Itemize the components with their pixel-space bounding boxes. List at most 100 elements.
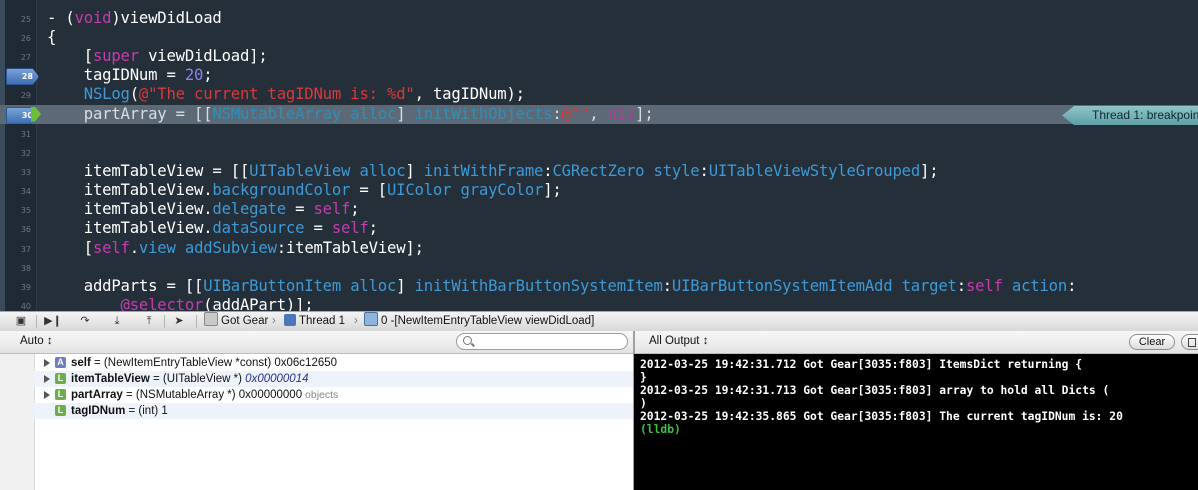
- code-token: alloc: [350, 276, 397, 295]
- variable-name: tagIDNum: [71, 405, 126, 417]
- code-text: @selector(addAPart)];: [47, 296, 314, 311]
- code-token: =: [285, 200, 314, 219]
- code-token: action: [1011, 276, 1068, 295]
- variables-search-input[interactable]: [456, 333, 628, 350]
- variables-gutter: [0, 354, 35, 490]
- code-line[interactable]: 32: [0, 143, 1198, 162]
- code-token: [: [47, 238, 93, 257]
- breadcrumb-thread[interactable]: Thread 1: [284, 312, 345, 331]
- code-token: ];: [635, 104, 654, 123]
- variable-value: = (int) 1: [125, 405, 168, 417]
- code-token: partArray = [[: [47, 104, 213, 123]
- disclosure-triangle-icon[interactable]: [44, 359, 50, 367]
- step-into-icon[interactable]: ⤓: [108, 314, 126, 329]
- variable-row[interactable]: Aself = (NewItemEntryTableView *const) 0…: [34, 355, 633, 371]
- clear-button[interactable]: Clear: [1129, 334, 1175, 350]
- code-token: UITableViewStyleGrouped: [708, 162, 921, 181]
- continue-icon[interactable]: ▶❙: [44, 314, 62, 329]
- code-token: initWithFrame: [423, 162, 544, 181]
- code-token: self: [313, 200, 351, 219]
- disclosure-triangle-icon[interactable]: [44, 375, 50, 383]
- code-token: alloc: [359, 162, 406, 181]
- divider: [36, 315, 37, 328]
- variable-row[interactable]: LpartArray = (NSMutableArray *) 0x000000…: [34, 387, 633, 403]
- code-token: UIColor: [386, 181, 452, 200]
- code-token: initWithObjects: [414, 104, 553, 123]
- breadcrumb-app[interactable]: Got Gear: [204, 312, 268, 331]
- code-line[interactable]: 39 addParts = [[UIBarButtonItem alloc] i…: [0, 277, 1198, 296]
- console-line: ): [640, 397, 647, 410]
- search-icon: [463, 336, 472, 345]
- code-token: alloc: [350, 104, 397, 123]
- current-code-line[interactable]: 30 partArray = [[NSMutableArray alloc] i…: [0, 104, 1198, 124]
- split-view-icon[interactable]: [1181, 334, 1198, 350]
- line-number: 32: [20, 149, 31, 158]
- step-over-icon[interactable]: ↷: [76, 314, 94, 329]
- step-out-icon[interactable]: ⤒: [140, 314, 158, 329]
- code-token: addParts = [[: [47, 276, 204, 295]
- code-line[interactable]: 38: [0, 258, 1198, 277]
- argument-icon: A: [55, 357, 66, 368]
- code-text: NSLog(@"The current tagIDNum is: %d", ta…: [47, 85, 525, 104]
- disclosure-triangle-icon[interactable]: [44, 391, 50, 399]
- program-counter-icon[interactable]: [31, 106, 41, 122]
- variables-scope-select[interactable]: Auto ↕: [20, 335, 53, 347]
- code-line[interactable]: 25 - (void)viewDidLoad: [0, 9, 1198, 28]
- line-number: 29: [20, 91, 31, 101]
- code-text: itemTableView.delegate = self;: [47, 200, 360, 219]
- code-line[interactable]: 40 @selector(addAPart)];: [0, 296, 1198, 311]
- thread-breakpoint-flag[interactable]: Thread 1: breakpoint: [1062, 106, 1198, 125]
- code-line[interactable]: 27 [super viewDidLoad];: [0, 47, 1198, 66]
- code-token: ]: [396, 276, 415, 295]
- variable-row[interactable]: LitemTableView = (UITableView *) 0x00000…: [34, 371, 633, 387]
- hide-debug-area-icon[interactable]: ▣: [12, 314, 30, 329]
- line-number: 25: [20, 15, 31, 24]
- code-line[interactable]: 33 itemTableView = [[UITableView alloc] …: [0, 162, 1198, 181]
- code-line[interactable]: 36 itemTableView.dataSource = self;: [0, 219, 1198, 238]
- code-line[interactable]: 26 {: [0, 28, 1198, 47]
- code-line[interactable]: 37 [self.view addSubview:itemTableView];: [0, 239, 1198, 258]
- code-text: tagIDNum = 20;: [47, 66, 213, 85]
- breadcrumb-app-label: Got Gear: [221, 315, 269, 327]
- line-number: 30: [21, 110, 33, 120]
- source-editor[interactable]: 25- (void)viewDidLoad 26{27 [super viewDi…: [0, 0, 1198, 311]
- location-icon[interactable]: ➤: [170, 314, 188, 329]
- code-token: viewDidLoad];: [138, 47, 268, 66]
- code-token: backgroundColor: [212, 181, 351, 200]
- code-token: UIBarButtonItem: [203, 276, 342, 295]
- code-line[interactable]: 29 NSLog(@"The current tagIDNum is: %d",…: [0, 85, 1198, 104]
- code-token: )viewDidLoad: [111, 9, 222, 27]
- output-filter-select[interactable]: All Output ↕: [649, 335, 708, 347]
- code-token: .: [129, 238, 139, 257]
- line-number: 26: [20, 34, 31, 44]
- code-token: self: [965, 276, 1003, 295]
- code-token: ];: [543, 181, 562, 200]
- line-number: 37: [20, 244, 31, 254]
- variable-value: = (NewItemEntryTableView *const) 0x06c12…: [90, 357, 338, 369]
- code-token: ]: [396, 104, 415, 123]
- variable-row[interactable]: LtagIDNum = (int) 1: [34, 403, 633, 419]
- code-line[interactable]: 34 itemTableView.backgroundColor = [UICo…: [0, 181, 1198, 200]
- console-view[interactable]: All Output ↕ Clear 2012-03-25 19:42:31.7…: [634, 331, 1198, 490]
- code-token: delegate: [212, 200, 286, 219]
- code-text: itemTableView.dataSource = self;: [47, 219, 378, 238]
- chevron-right-icon: ›: [354, 315, 358, 327]
- code-token: ;: [203, 66, 213, 85]
- breadcrumb-frame[interactable]: 0 -[NewItemEntryTableView viewDidLoad]: [364, 312, 594, 331]
- code-token: super: [92, 47, 139, 66]
- code-line[interactable]: 31: [0, 124, 1198, 143]
- code-text: partArray = [[NSMutableArray alloc] init…: [47, 105, 654, 124]
- chevron-right-icon: ›: [272, 315, 276, 327]
- code-line[interactable]: 28 tagIDNum = 20;: [0, 66, 1198, 86]
- code-token: ,: [589, 104, 608, 123]
- code-token: :: [956, 276, 966, 295]
- variable-text: tagIDNum = (int) 1: [71, 403, 168, 419]
- code-token: :: [1067, 276, 1077, 295]
- breakpoint-marker[interactable]: 28: [6, 68, 39, 86]
- variable-value: = (NSMutableArray *) 0x00000000: [122, 389, 303, 401]
- variable-name: partArray: [71, 389, 123, 401]
- code-line[interactable]: 35 itemTableView.delegate = self;: [0, 200, 1198, 219]
- code-token: =: [304, 219, 332, 238]
